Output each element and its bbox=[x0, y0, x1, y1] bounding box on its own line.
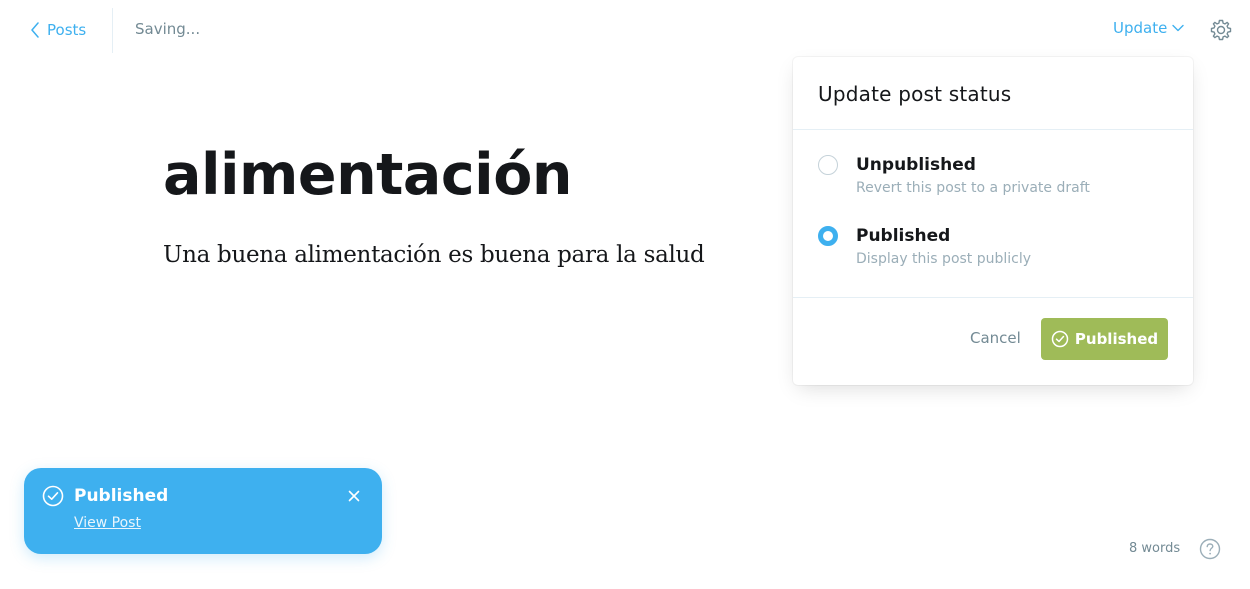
publish-menu-title: Update post status bbox=[793, 57, 1193, 130]
question-circle-icon bbox=[1199, 538, 1221, 560]
cancel-button[interactable]: Cancel bbox=[970, 329, 1021, 347]
post-title[interactable]: alimentación bbox=[163, 130, 763, 220]
back-link-label: Posts bbox=[47, 21, 87, 39]
published-button[interactable]: Published bbox=[1041, 318, 1168, 360]
help-button[interactable] bbox=[1199, 538, 1221, 560]
editor-header: Posts Saving... Update bbox=[0, 0, 1250, 60]
notification-toast: Published View Post bbox=[24, 468, 382, 554]
check-circle-icon bbox=[42, 485, 64, 507]
back-to-posts-link[interactable]: Posts bbox=[30, 18, 86, 42]
option-description: Revert this post to a private draft bbox=[856, 180, 1090, 196]
post-editor: alimentación Una buena alimentación es b… bbox=[163, 130, 763, 270]
close-icon bbox=[348, 490, 360, 502]
publish-menu: Update post status Unpublished Revert th… bbox=[793, 57, 1193, 385]
radio-published[interactable] bbox=[818, 226, 838, 246]
chevron-down-icon bbox=[1172, 24, 1185, 32]
publish-menu-footer: Cancel Published bbox=[793, 298, 1193, 384]
option-description: Display this post publicly bbox=[856, 251, 1032, 267]
post-body[interactable]: Una buena alimentación es buena para la … bbox=[163, 240, 763, 270]
notification-title: Published bbox=[74, 486, 169, 506]
header-divider bbox=[112, 8, 113, 53]
update-label: Update bbox=[1113, 19, 1168, 37]
option-title: Unpublished bbox=[856, 155, 976, 175]
status-options: Unpublished Revert this post to a privat… bbox=[793, 130, 1193, 298]
close-notification-button[interactable] bbox=[346, 488, 362, 504]
view-post-link[interactable]: View Post bbox=[74, 515, 141, 531]
published-button-label: Published bbox=[1074, 330, 1159, 348]
save-status: Saving... bbox=[135, 20, 201, 38]
check-circle-icon bbox=[1051, 330, 1069, 348]
update-menu-trigger[interactable]: Update bbox=[1113, 19, 1185, 37]
word-count: 8 words bbox=[1129, 541, 1181, 556]
chevron-left-icon bbox=[31, 22, 39, 38]
option-title: Published bbox=[856, 226, 951, 246]
gear-icon bbox=[1210, 19, 1232, 41]
radio-unpublished[interactable] bbox=[818, 155, 838, 175]
settings-button[interactable] bbox=[1207, 16, 1235, 44]
